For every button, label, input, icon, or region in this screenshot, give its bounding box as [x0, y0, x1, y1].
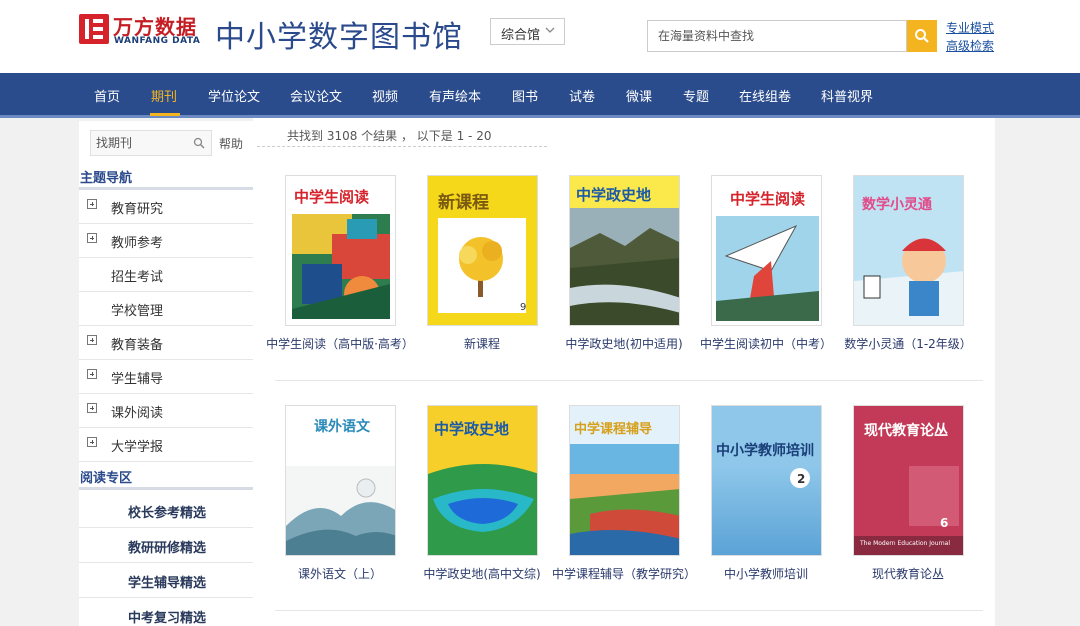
sidebar-item-school-management[interactable]: 学校管理: [79, 292, 253, 326]
journal-search-box: [90, 130, 212, 156]
result-summary: 共找到 3108 个结果 ， 以下是 1 - 20: [287, 129, 492, 143]
sidebar-item-student-tutoring[interactable]: 学生辅导: [79, 360, 253, 394]
advanced-search-link[interactable]: 高级检索: [946, 37, 994, 55]
expand-icon[interactable]: [87, 437, 97, 447]
site-title: 中小学数字图书馆: [215, 20, 463, 55]
expand-icon[interactable]: [87, 233, 97, 243]
sidebar-item-admission-exams[interactable]: 招生考试: [79, 258, 253, 292]
row-divider: [275, 380, 983, 381]
journal-cover[interactable]: 中学生阅读: [711, 175, 822, 326]
journal-cover[interactable]: 课外语文: [285, 405, 396, 556]
library-select-value: 综合馆: [501, 28, 541, 43]
reading-item-exam-review[interactable]: 中考复习精选: [79, 599, 253, 626]
sidebar-item-university-journals[interactable]: 大学学报: [79, 428, 253, 462]
journal-cover[interactable]: 中学课程辅导: [569, 405, 680, 556]
sidebar: 帮助 主题导航 教育研究 教师参考 招生考试 学校管理 教育装备 学生辅导 课外…: [79, 121, 253, 626]
chevron-down-icon: [544, 23, 556, 40]
nav-journals[interactable]: 期刊: [151, 86, 177, 105]
nav-theses[interactable]: 学位论文: [208, 86, 260, 105]
nav-micro-lessons[interactable]: 微课: [626, 86, 652, 105]
nav-online-paper-builder[interactable]: 在线组卷: [739, 86, 791, 105]
nav-books[interactable]: 图书: [512, 86, 538, 105]
journal-cover[interactable]: 中学生阅读: [285, 175, 396, 326]
main-nav: 首页 期刊 学位论文 会议论文 视频 有声绘本 图书 试卷 微课 专题 在线组卷…: [0, 73, 1080, 118]
nav-conference-papers[interactable]: 会议论文: [290, 86, 342, 105]
journal-cover[interactable]: 数学小灵通: [853, 175, 964, 326]
reading-item-principal-reference[interactable]: 校长参考精选: [79, 494, 253, 528]
journal-cover[interactable]: 现代教育论丛 6 The Modern Education Journal: [853, 405, 964, 556]
topic-nav-heading: 主题导航: [79, 163, 253, 190]
search-icon[interactable]: [193, 137, 205, 149]
nav-active-indicator: [150, 113, 180, 116]
expand-icon[interactable]: [87, 199, 97, 209]
divider: [257, 146, 547, 147]
professional-mode-link[interactable]: 专业模式: [946, 19, 994, 37]
sidebar-item-extracurricular-reading[interactable]: 课外阅读: [79, 394, 253, 428]
nav-exam-papers[interactable]: 试卷: [569, 86, 595, 105]
row-divider: [275, 610, 983, 611]
nav-popular-science[interactable]: 科普视界: [821, 86, 873, 105]
help-link[interactable]: 帮助: [219, 135, 243, 152]
journal-cover[interactable]: 中学政史地: [569, 175, 680, 326]
journal-title[interactable]: 现代教育论丛: [821, 566, 995, 583]
sidebar-item-teacher-reference[interactable]: 教师参考: [79, 224, 253, 258]
nav-topics[interactable]: 专题: [683, 86, 709, 105]
journal-title[interactable]: 数学小灵通（1-2年级）: [821, 336, 995, 353]
nav-audio-picture-books[interactable]: 有声绘本: [429, 86, 481, 105]
expand-icon[interactable]: [87, 335, 97, 345]
advanced-links: 专业模式 高级检索: [946, 19, 994, 55]
search-button[interactable]: [907, 20, 937, 52]
journal-cover[interactable]: 中小学教师培训 2: [711, 405, 822, 556]
wanfang-logo[interactable]: 万方数据 WANFANG DATA: [79, 14, 209, 48]
reading-zone-heading: 阅读专区: [79, 463, 253, 490]
reading-item-teacher-training[interactable]: 教研研修精选: [79, 529, 253, 563]
expand-icon[interactable]: [87, 369, 97, 379]
search-box: [647, 20, 907, 52]
sidebar-item-education-equipment[interactable]: 教育装备: [79, 326, 253, 360]
search-icon: [915, 29, 929, 43]
search-input[interactable]: [648, 21, 898, 51]
reading-item-student-tutoring[interactable]: 学生辅导精选: [79, 564, 253, 598]
header: 万方数据 WANFANG DATA 中小学数字图书馆 综合馆 专业模式 高级检索: [0, 0, 1080, 73]
main-content: 共找到 3108 个结果 ， 以下是 1 - 20 中学生阅读 中学生阅读（高中…: [253, 118, 995, 626]
wanfang-logo-mark-icon: [79, 14, 109, 44]
nav-home[interactable]: 首页: [94, 86, 120, 105]
logo-english-text: WANFANG DATA: [114, 36, 201, 46]
journal-cover[interactable]: 中学政史地: [427, 405, 538, 556]
library-select[interactable]: 综合馆: [490, 18, 565, 45]
sidebar-item-education-research[interactable]: 教育研究: [79, 190, 253, 224]
nav-videos[interactable]: 视频: [372, 86, 398, 105]
journal-search-input[interactable]: [91, 131, 191, 155]
expand-icon[interactable]: [87, 403, 97, 413]
journal-cover[interactable]: 新课程 9: [427, 175, 538, 326]
